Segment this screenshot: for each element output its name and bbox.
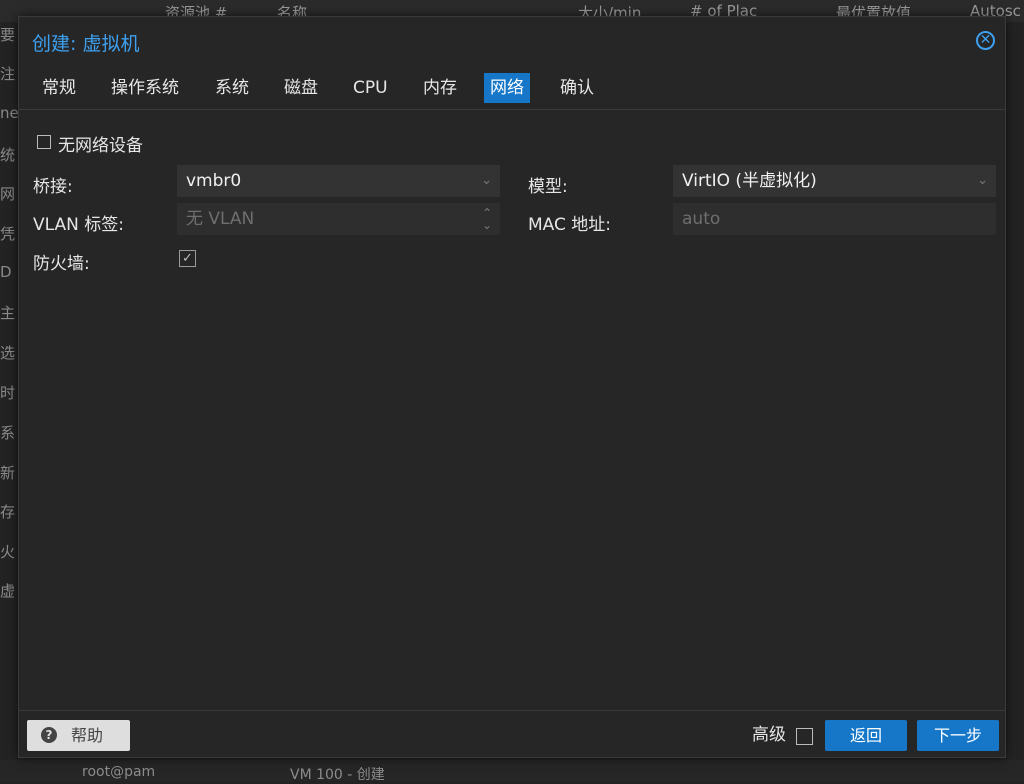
tab-disk[interactable]: 磁盘 [278,73,324,103]
chevron-down-icon[interactable]: ⌄ [481,165,492,197]
tab-confirm[interactable]: 确认 [554,73,600,103]
dialog-title: 创建: 虚拟机 [32,33,140,55]
bg-sidebar-item: 凭 [0,225,16,243]
vlan-label: VLAN 标签: [33,215,124,235]
bg-sidebar-item: 时 [0,384,16,402]
mac-label: MAC 地址: [528,215,611,235]
bg-sidebar-item: 网 [0,185,16,203]
close-icon[interactable]: ✕ [976,31,995,50]
advanced-checkbox[interactable] [796,728,813,745]
tab-os[interactable]: 操作系统 [105,73,185,103]
firewall-checkbox[interactable]: ✓ [179,250,196,267]
create-vm-dialog: 创建: 虚拟机 ✕ 常规 操作系统 系统 磁盘 CPU 内存 网络 确认 无网络… [18,16,1006,758]
tab-network[interactable]: 网络 [484,73,530,103]
bg-sidebar-item: 统 [0,146,16,164]
advanced-label: 高级 [752,725,786,745]
help-button[interactable]: ? 帮助 [27,720,130,751]
question-circle-icon: ? [41,727,57,743]
bg-task-desc: VM 100 - 创建 [290,767,385,783]
bg-sidebar-item: 火 [0,543,16,561]
bg-sidebar-item: 注 [0,65,16,83]
firewall-label: 防火墙: [33,254,90,274]
bridge-label: 桥接: [33,177,73,197]
tab-cpu[interactable]: CPU [347,73,394,103]
bg-sidebar-item: 选 [0,344,16,362]
bg-task-user: root@pam [82,764,156,780]
bg-sidebar-item: 新 [0,464,16,482]
tab-system[interactable]: 系统 [209,73,255,103]
back-button[interactable]: 返回 [825,720,907,751]
tab-memory[interactable]: 内存 [417,73,463,103]
next-button[interactable]: 下一步 [917,720,999,751]
dialog-title-bar[interactable]: 创建: 虚拟机 ✕ [19,17,1005,67]
bridge-select[interactable]: vmbr0 ⌄ [177,165,500,197]
bg-sidebar-item: D [0,263,12,281]
bg-sidebar-item: 要 [0,26,16,44]
spinner-icon[interactable]: ⌃ ⌄ [482,207,492,231]
dialog-footer: ? 帮助 高级 返回 下一步 [19,710,1005,757]
bg-sidebar-item: 主 [0,304,16,322]
model-select[interactable]: VirtIO (半虚拟化) ⌄ [673,165,996,197]
vlan-placeholder: 无 VLAN [186,209,255,229]
tab-general[interactable]: 常规 [36,73,82,103]
mac-placeholder: auto [682,209,721,229]
vlan-tag-field[interactable]: 无 VLAN ⌃ ⌄ [177,203,500,235]
network-form: 无网络设备 桥接: vmbr0 ⌄ 模型: VirtIO (半虚拟化) ⌄ VL… [19,110,1005,710]
bg-sidebar-item: nei [0,104,18,122]
help-label: 帮助 [71,726,104,745]
no-network-label: 无网络设备 [58,136,143,156]
bridge-value: vmbr0 [186,171,242,191]
mac-address-field[interactable]: auto [673,203,996,235]
chevron-down-icon[interactable]: ⌄ [977,165,988,197]
model-value: VirtIO (半虚拟化) [682,171,817,191]
bg-sidebar-item: 存 [0,503,16,521]
wizard-tabs: 常规 操作系统 系统 磁盘 CPU 内存 网络 确认 [19,69,1005,110]
bg-sidebar-item: 系 [0,424,16,442]
no-network-checkbox[interactable] [37,135,51,149]
bg-sidebar-item: 虚 [0,582,16,600]
background-task-row: root@pam VM 100 - 创建 [0,760,1024,783]
model-label: 模型: [528,177,568,197]
